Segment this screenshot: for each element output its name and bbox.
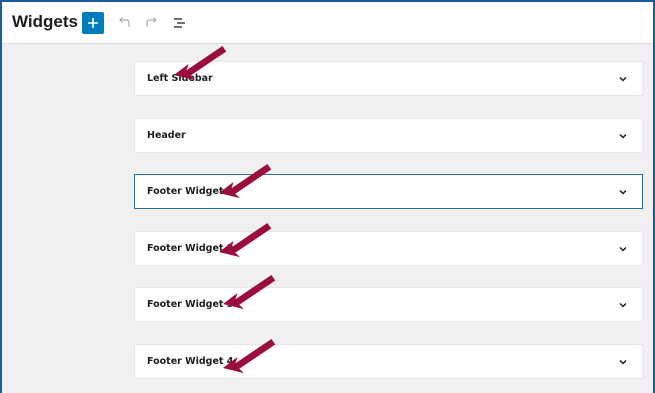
plus-icon (88, 18, 98, 28)
widget-area-left-sidebar[interactable]: Left Sidebar (134, 61, 643, 96)
list-view-button[interactable] (170, 13, 190, 33)
undo-button[interactable] (114, 13, 134, 33)
chevron-down-icon[interactable] (618, 300, 628, 310)
widget-area-footer-widget-1[interactable]: Footer Widget 1 (134, 174, 643, 209)
chevron-down-icon[interactable] (618, 244, 628, 254)
header-toolbar: Widgets (2, 2, 653, 44)
widget-area-footer-widget-3[interactable]: Footer Widget 3 (134, 287, 643, 322)
redo-button[interactable] (142, 13, 162, 33)
widget-area-label: Footer Widget 2 (147, 243, 234, 254)
chevron-down-icon[interactable] (618, 131, 628, 141)
page-title: Widgets (12, 12, 78, 31)
widget-area-header[interactable]: Header (134, 118, 643, 153)
chevron-down-icon[interactable] (618, 357, 628, 367)
widget-area-label: Footer Widget 1 (147, 186, 234, 197)
add-block-button[interactable] (82, 12, 104, 34)
list-view-icon (174, 18, 185, 28)
widget-area-footer-widget-2[interactable]: Footer Widget 2 (134, 231, 643, 266)
chevron-down-icon[interactable] (618, 187, 628, 197)
widget-area-label: Header (147, 130, 186, 141)
widget-area-footer-widget-4[interactable]: Footer Widget 4 (134, 344, 643, 379)
undo-icon (119, 17, 130, 27)
widget-area-label: Footer Widget 4 (147, 356, 234, 367)
chevron-down-icon[interactable] (618, 74, 628, 84)
widget-area-label: Footer Widget 3 (147, 299, 234, 310)
widgets-editor: Widgets Left Sidebar Header Footer Widge… (2, 2, 653, 393)
widget-area-label: Left Sidebar (147, 73, 213, 84)
redo-icon (146, 17, 157, 27)
